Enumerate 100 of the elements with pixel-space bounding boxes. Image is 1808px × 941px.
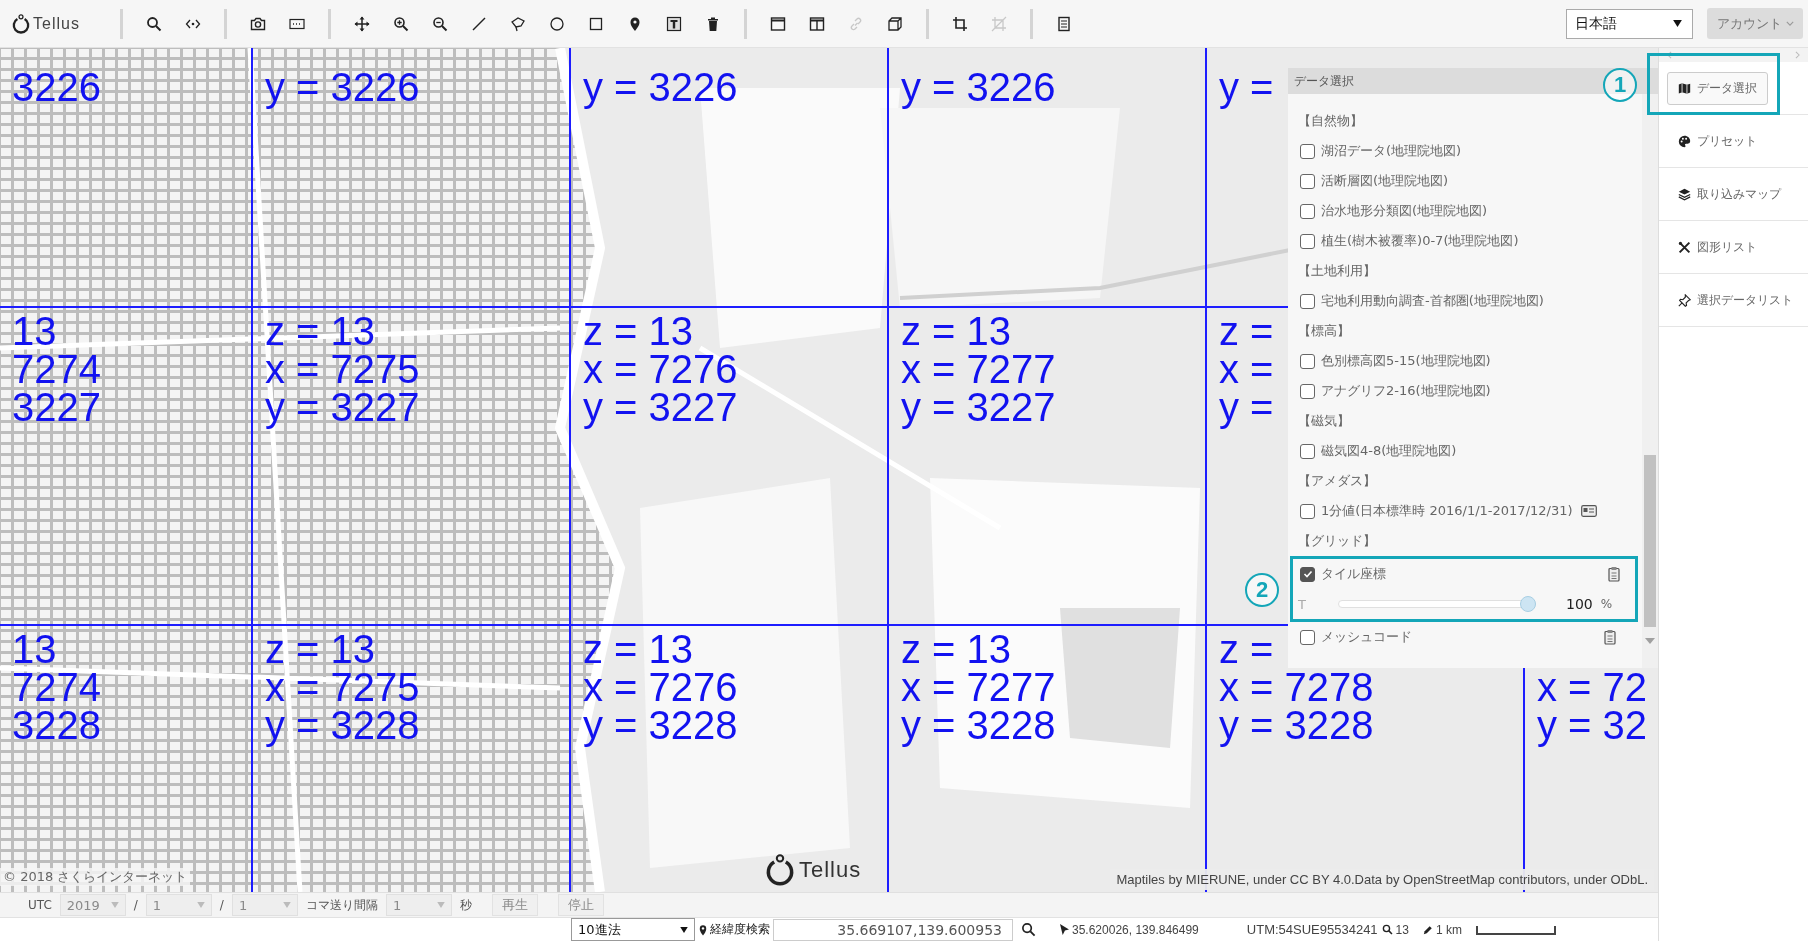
time-label: / [133, 898, 138, 912]
camera-icon[interactable] [249, 15, 266, 32]
checkbox[interactable] [1300, 233, 1315, 249]
scrollbar-thumb[interactable] [1644, 455, 1656, 627]
tile-coordinate: 3226 [12, 65, 101, 109]
cursor-icon [1060, 924, 1069, 935]
category-label: 【土地利用】 [1298, 262, 1376, 280]
info-card-icon[interactable] [1580, 505, 1597, 517]
sidebar-tab[interactable]: 図形リスト [1667, 230, 1768, 264]
logo-icon [765, 854, 795, 886]
layer-label: メッシュコード [1321, 628, 1412, 646]
chevron-icon [1785, 21, 1794, 26]
move-icon[interactable] [353, 15, 370, 32]
checkbox[interactable] [1300, 629, 1315, 645]
caret-icon [282, 902, 291, 908]
layer-label: 色別標高図5-15(地理院地図) [1321, 352, 1491, 370]
caret-icon [110, 902, 119, 908]
text-box-icon[interactable] [665, 15, 682, 32]
time-label: 秒 [459, 896, 472, 914]
checkbox[interactable] [1300, 353, 1315, 369]
coordinate-search-field[interactable]: 35.669107,139.600953 [773, 918, 1013, 941]
language-select[interactable]: 日本語 [1566, 8, 1693, 39]
crop-icon[interactable] [951, 15, 968, 32]
search-label: 経緯度検索 [710, 921, 770, 938]
caret-icon [1673, 20, 1682, 27]
scale-label: 1 km [1435, 922, 1462, 937]
checkbox[interactable] [1300, 383, 1315, 399]
pushpin-icon [1678, 293, 1691, 307]
pin-icon [699, 923, 707, 936]
checkbox[interactable] [1300, 203, 1315, 219]
search-icon [1381, 924, 1393, 935]
tile-coordinate: y = [1219, 65, 1274, 109]
time-label: UTC [28, 898, 52, 912]
caret-icon [196, 902, 205, 908]
category-label: 【標高】 [1298, 322, 1350, 340]
window-icon[interactable] [769, 15, 786, 32]
sidebar-tab[interactable]: プリセット [1667, 124, 1768, 158]
sidebar-tab[interactable]: データ選択 [1667, 71, 1768, 105]
scrollbar-track[interactable] [1642, 94, 1658, 668]
clipboard-icon[interactable] [1608, 566, 1620, 582]
opacity-slider[interactable] [1338, 596, 1536, 612]
sidebar-tab[interactable]: 選択データリスト [1667, 283, 1804, 317]
time-label: コマ送り間隔 [305, 896, 378, 914]
tile-coordinate: y = 3226 [583, 65, 738, 109]
search-icon[interactable] [1021, 922, 1036, 937]
format-select[interactable]: 10進法 [571, 918, 695, 941]
caret-icon [680, 926, 688, 933]
layer-label: タイル座標 [1321, 565, 1386, 583]
pencil-icon [1422, 924, 1433, 935]
callout-number: 1 [1603, 68, 1637, 102]
cursor-coordinates: 35.620026, 139.846499 [1072, 922, 1199, 937]
cube-icon[interactable] [886, 15, 903, 32]
chevron-left-icon[interactable] [1667, 51, 1672, 59]
layer-label: 治水地形分類図(地理院地図) [1321, 202, 1488, 220]
utm-code: UTM:54SUE95534241 [1246, 922, 1378, 937]
unit-label: % [1600, 597, 1613, 611]
sidebar-tab[interactable]: 取り込みマップ [1667, 177, 1792, 211]
line-icon[interactable] [470, 15, 487, 32]
tile-coordinate: y = 3226 [901, 65, 1056, 109]
lasso-icon[interactable] [509, 15, 526, 32]
callout-number: 2 [1245, 573, 1279, 607]
account-button[interactable]: アカウント [1707, 8, 1803, 39]
category-label: 【自然物】 [1298, 112, 1363, 130]
checkbox[interactable] [1300, 293, 1315, 309]
time-label: / [219, 898, 224, 912]
layer-label: アナグリフ2-16(地理院地図) [1321, 382, 1491, 400]
checkbox[interactable] [1300, 143, 1315, 159]
zoom-out-icon[interactable] [431, 15, 448, 32]
document-icon[interactable] [1055, 15, 1072, 32]
checkbox[interactable] [1300, 566, 1315, 582]
logo-text: Tellus [799, 857, 862, 883]
checkbox[interactable] [1300, 503, 1315, 519]
category-label: 【アメダス】 [1298, 472, 1376, 490]
checkmark-icon [1302, 569, 1313, 579]
search-icon[interactable] [145, 15, 162, 32]
category-label: 【グリッド】 [1298, 532, 1376, 550]
palette-icon [1678, 134, 1691, 148]
opacity-value: 100 [1566, 596, 1593, 612]
checkbox[interactable] [1300, 173, 1315, 189]
square-icon[interactable] [587, 15, 604, 32]
logo-icon [12, 13, 30, 34]
zoom-level: 13 [1395, 922, 1409, 937]
category-label: 【磁気】 [1298, 412, 1350, 430]
layer-label: 磁気図4-8(地理院地図) [1321, 442, 1457, 460]
tile-coordinate: y = 3226 [265, 65, 420, 109]
split-window-icon[interactable] [808, 15, 825, 32]
layer-label: 湖沼データ(地理院地図) [1321, 142, 1462, 160]
opacity-label: T [1298, 596, 1307, 612]
layer-label: 活断層図(地理院地図) [1321, 172, 1449, 190]
clipboard-icon[interactable] [1604, 629, 1616, 645]
zoom-in-icon[interactable] [392, 15, 409, 32]
map-icon [1678, 81, 1691, 95]
checkbox[interactable] [1300, 443, 1315, 459]
copyright-text: © 2018 さくらインターネット [0, 868, 191, 886]
layer-label: 1分値(日本標準時 2016/1/1-2017/12/31) [1321, 502, 1573, 520]
caret-icon [436, 902, 445, 908]
layer-label: 宅地利用動向調査-首都圏(地理院地図) [1321, 292, 1544, 310]
layer-label: 植生(樹木被覆率)0-7(地理院地図) [1321, 232, 1519, 250]
circle-icon[interactable] [548, 15, 565, 32]
layers-icon [1678, 187, 1691, 201]
